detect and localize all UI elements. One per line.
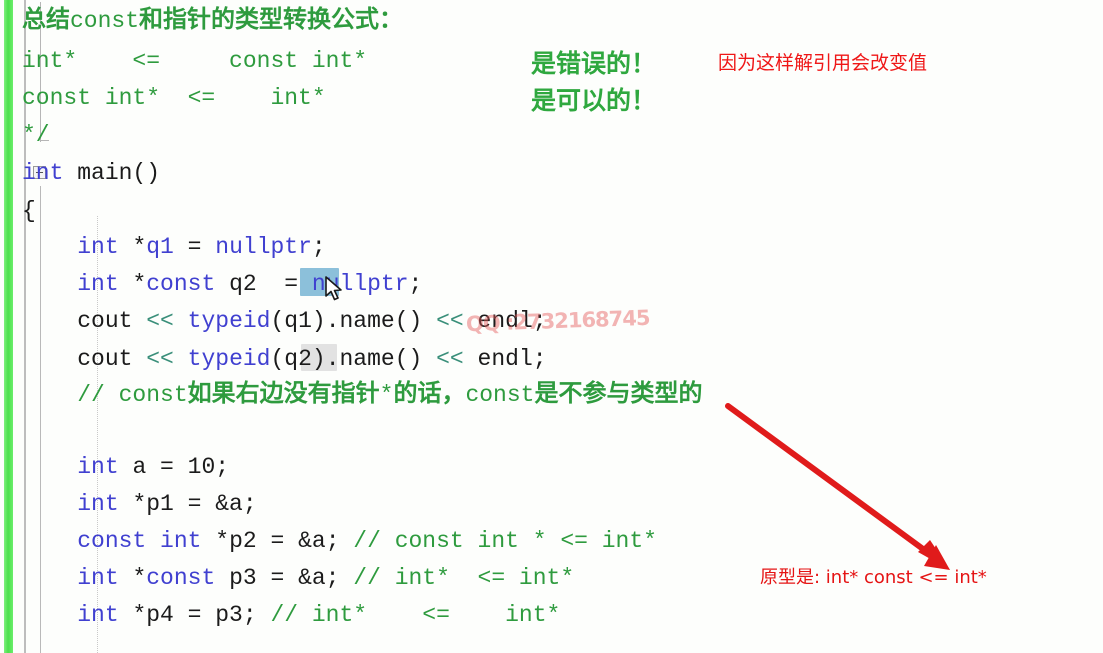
code-line[interactable]: const int *p2 = &a; // const int * <= in… — [22, 526, 657, 557]
code-line[interactable]: int *p4 = p3; // int* <= int* — [22, 600, 560, 631]
code-token: 10 — [187, 454, 216, 480]
code-token: *p4 = p3; — [118, 602, 271, 628]
code-token: ; — [215, 454, 230, 480]
code-token: int — [77, 454, 119, 480]
code-line[interactable]: 总结const和指针的类型转换公式： — [22, 4, 403, 37]
code-token: const — [77, 528, 147, 554]
code-token: q1 — [146, 234, 174, 260]
code-token: 是不参与类型的 — [534, 379, 703, 407]
code-line[interactable]: int *p1 = &a; — [22, 489, 257, 520]
code-token: int — [22, 160, 64, 186]
code-token: const — [146, 271, 216, 297]
code-line[interactable]: int *const p3 = &a; // int* <= int* — [22, 563, 574, 594]
code-token: *p2 = &a; — [201, 528, 354, 554]
mouse-cursor-icon — [325, 276, 342, 301]
code-token: (q2).name() — [270, 346, 437, 372]
code-token: endl; — [463, 346, 547, 372]
code-token: * — [118, 271, 147, 297]
annotation-is-ok: 是可以的！ — [531, 86, 657, 115]
annotation-prototype: 原型是: int* const <= int* — [760, 567, 987, 588]
code-token: typeid — [187, 308, 271, 334]
code-editor-view[interactable]: 总结const和指针的类型转换公式： int* <= const int* co… — [0, 0, 1103, 653]
code-token: 总结 — [22, 5, 70, 33]
code-token: cout — [22, 346, 147, 372]
code-line[interactable]: int *q1 = nullptr; — [22, 232, 326, 263]
code-token: << — [436, 308, 464, 334]
code-token: typeid — [187, 346, 271, 372]
code-line[interactable]: int* <= const int* — [22, 46, 367, 77]
version-control-change-bar — [4, 0, 13, 653]
code-token: int — [77, 234, 119, 260]
annotation-is-wrong: 是错误的！ — [531, 49, 657, 78]
code-token: // int* <= int* — [353, 565, 575, 591]
code-token: = — [256, 271, 312, 297]
code-token: cout — [22, 308, 147, 334]
code-token: a = — [118, 454, 188, 480]
code-token: { — [22, 198, 36, 224]
code-line[interactable]: { — [22, 196, 36, 227]
code-token: ; — [311, 234, 326, 260]
code-token: *p1 = &a; — [118, 491, 257, 517]
code-token: 的话， — [393, 379, 466, 407]
code-token: const — [146, 565, 216, 591]
code-line[interactable]: int a = 10; — [22, 452, 229, 483]
code-token: q2 — [229, 271, 257, 297]
code-token: const int* <= int* — [22, 85, 326, 111]
code-line[interactable]: int *const q2 = nullptr; — [22, 269, 422, 300]
code-token: const — [70, 8, 140, 34]
code-token: 如果右边没有指针 — [187, 379, 380, 407]
code-line[interactable]: const int* <= int* — [22, 83, 326, 114]
code-token: int — [77, 491, 119, 517]
code-token: int — [160, 528, 202, 554]
code-token: * — [118, 234, 147, 260]
code-line[interactable]: int main() — [22, 158, 160, 189]
code-token: const — [465, 382, 535, 408]
code-token: p3 = &a; — [215, 565, 354, 591]
code-line[interactable]: // const如果右边没有指针*的话，const是不参与类型的 — [22, 378, 702, 411]
code-token: << — [146, 308, 174, 334]
code-token: nullptr — [215, 234, 312, 260]
watermark-text: QQ :2732168745 — [465, 305, 650, 337]
code-token: 和指针的类型转换公式： — [139, 5, 404, 33]
code-line[interactable]: */ — [22, 120, 50, 151]
code-token: = — [173, 234, 216, 260]
code-token: << — [146, 346, 174, 372]
code-token: int — [77, 565, 119, 591]
code-token: << — [436, 346, 464, 372]
code-token: int — [77, 271, 119, 297]
code-token: ; — [408, 271, 423, 297]
code-token: int* <= const int* — [22, 48, 368, 74]
code-token: // int* <= int* — [270, 602, 561, 628]
code-token: * — [118, 565, 147, 591]
annotation-reason: 因为这样解引用会改变值 — [718, 52, 928, 74]
code-token: // const int * <= int* — [353, 528, 657, 554]
code-token: */ — [22, 122, 50, 148]
code-token: * — [379, 382, 394, 408]
code-token: // const — [22, 382, 188, 408]
code-token: main() — [63, 160, 161, 186]
code-line[interactable]: cout << typeid(q2).name() << endl; — [22, 344, 547, 375]
code-token: (q1).name() — [270, 308, 437, 334]
code-token: int — [77, 602, 119, 628]
